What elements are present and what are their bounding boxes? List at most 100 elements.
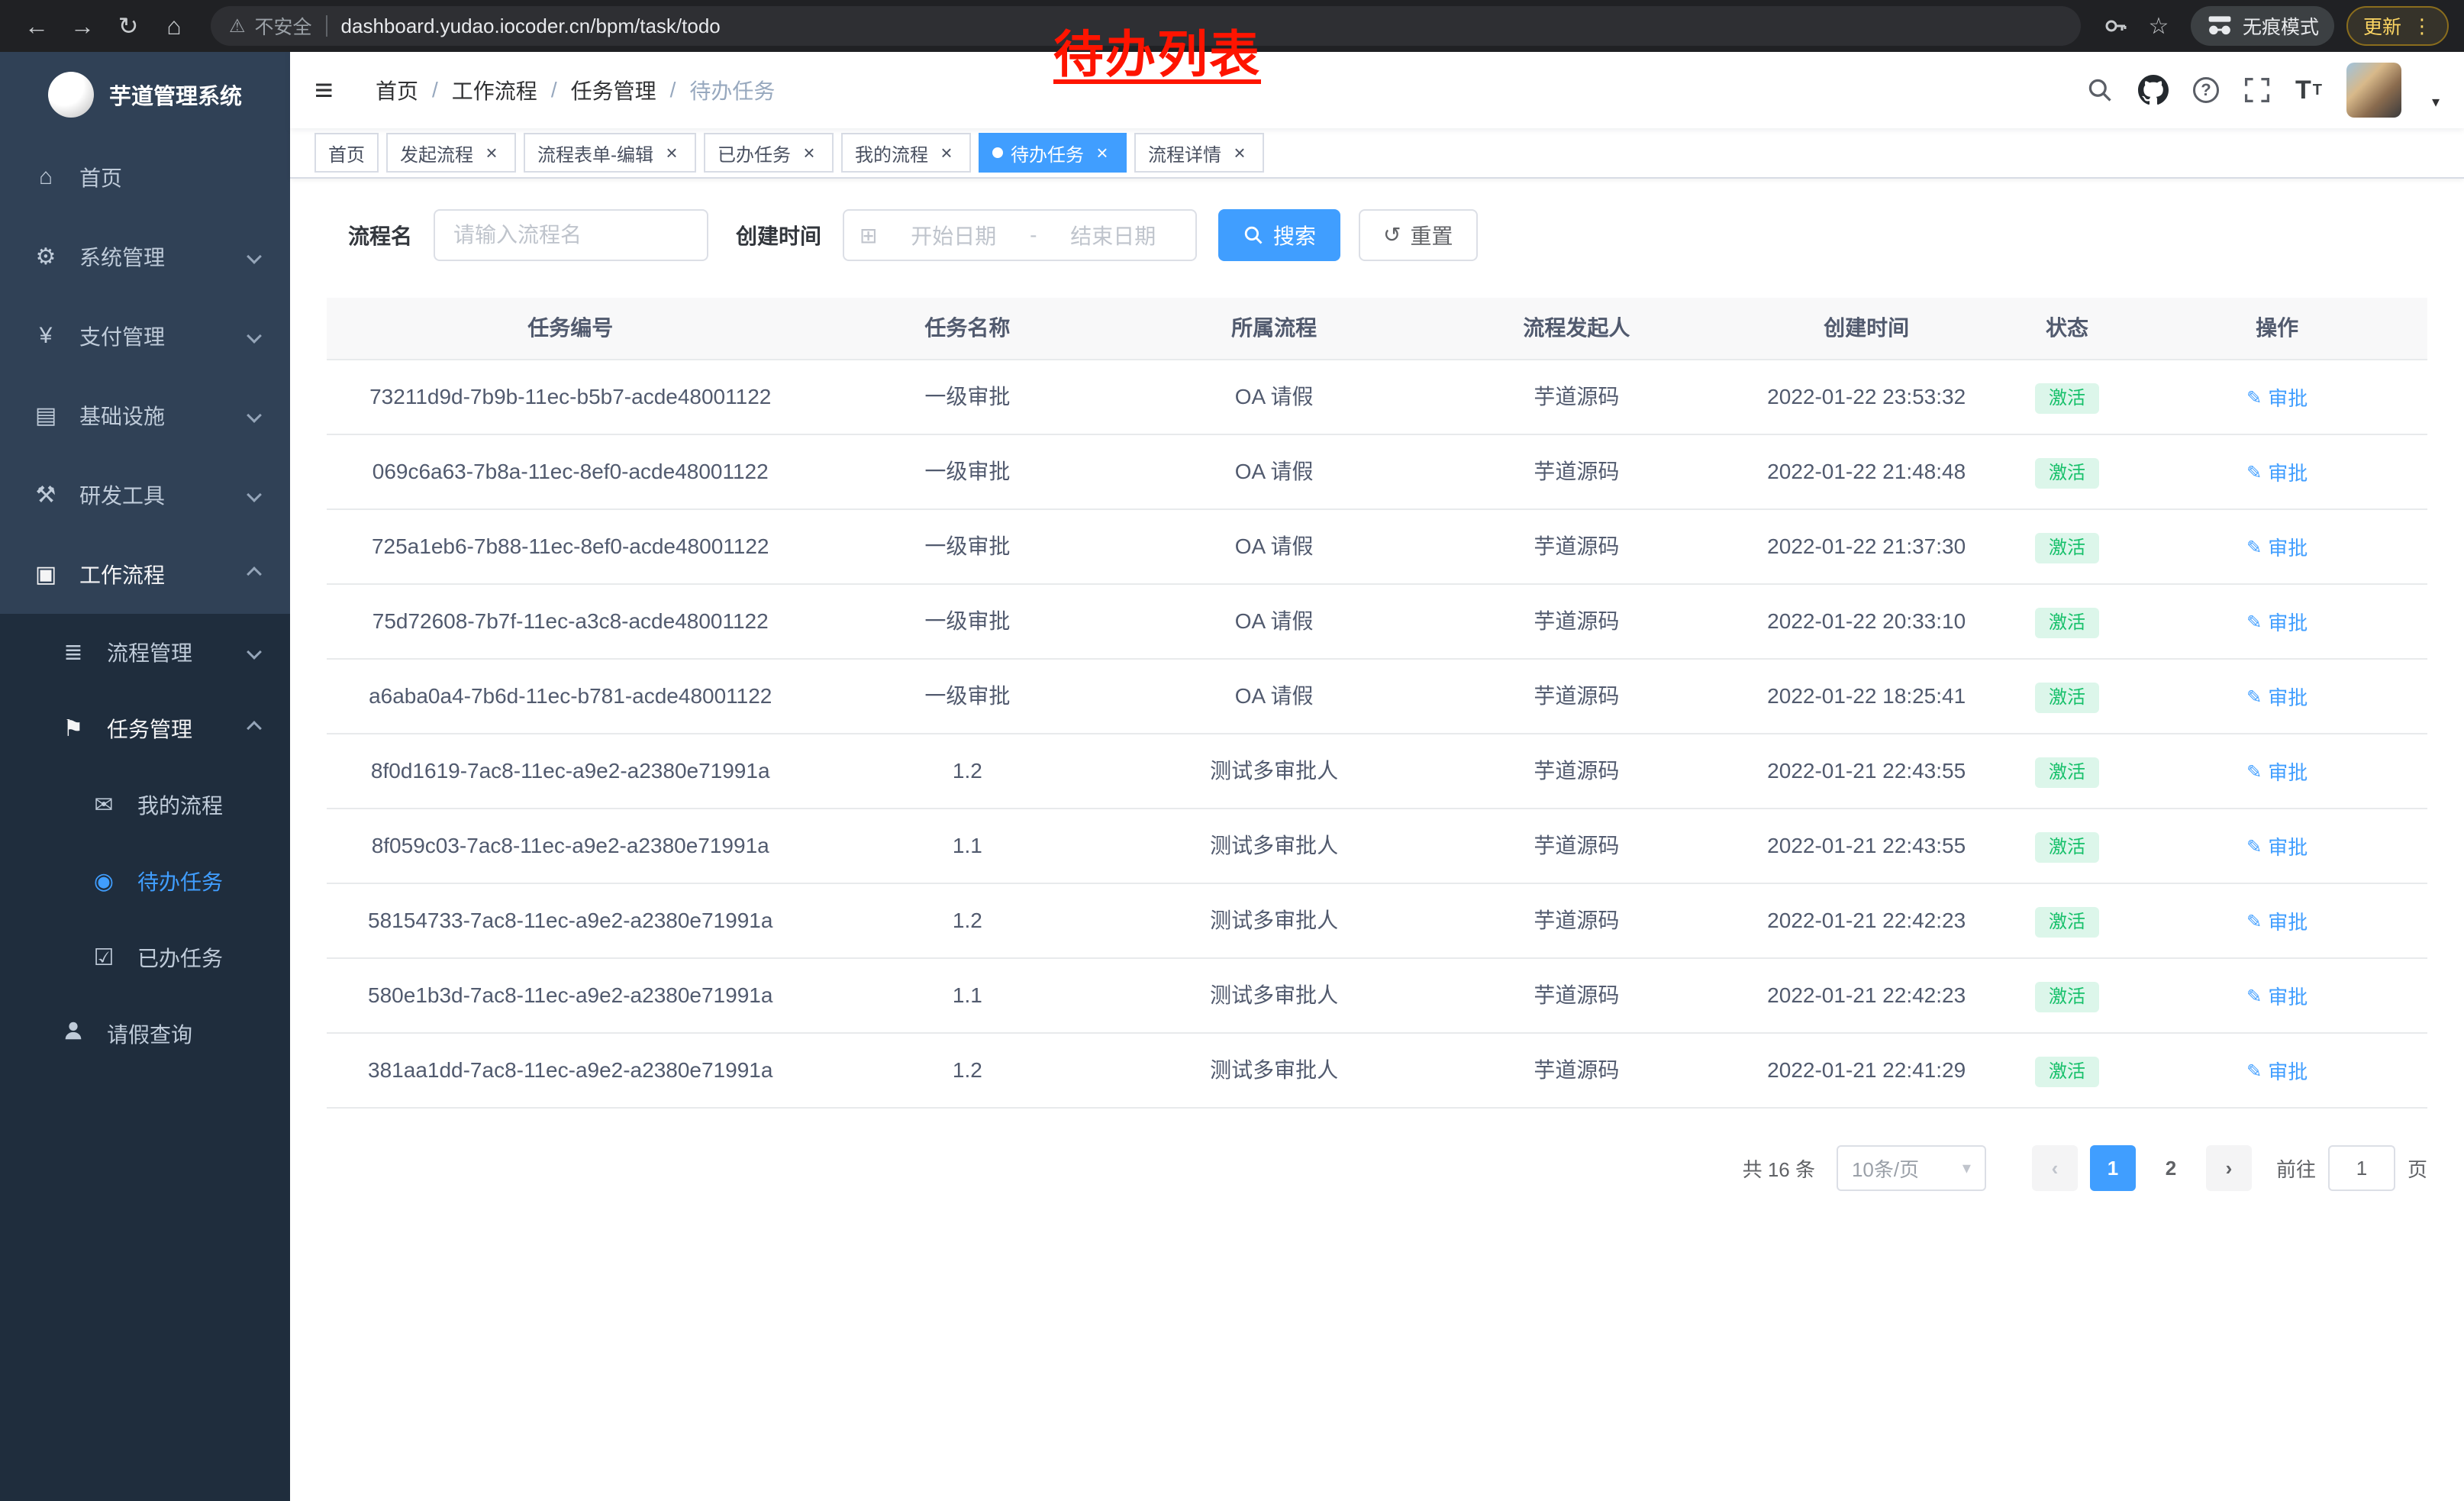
browser-home-button[interactable]: ⌂ bbox=[153, 5, 195, 47]
approve-link[interactable]: ✎ 审批 bbox=[2246, 886, 2308, 957]
sidebar-item-leave-query[interactable]: 请假查询 bbox=[0, 996, 290, 1072]
approve-link-label: 审批 bbox=[2268, 661, 2308, 733]
tab-label: 我的流程 bbox=[855, 140, 928, 166]
breadcrumb-workflow: 工作流程 bbox=[452, 75, 537, 105]
workflow-submenu: ≣ 流程管理 ⚑ 任务管理 ✉ 我的流程 ◉ 待办任务 ☑ 已办任务 bbox=[0, 614, 290, 1501]
date-separator: - bbox=[1030, 223, 1037, 247]
goto-page-input[interactable] bbox=[2328, 1145, 2395, 1191]
edit-icon: ✎ bbox=[2246, 811, 2262, 883]
table-header-cell: 流程发起人 bbox=[1427, 298, 1726, 359]
sidebar-item-label: 基础设施 bbox=[79, 400, 165, 431]
approve-link[interactable]: ✎ 审批 bbox=[2246, 960, 2308, 1032]
approve-link[interactable]: ✎ 审批 bbox=[2246, 437, 2308, 508]
sidebar-item-label: 研发工具 bbox=[79, 479, 165, 510]
breadcrumb-home[interactable]: 首页 bbox=[376, 75, 418, 105]
approve-link[interactable]: ✎ 审批 bbox=[2246, 1035, 2308, 1107]
sidebar-collapse-icon[interactable]: ≡ bbox=[314, 72, 363, 108]
bookmark-star-icon[interactable]: ☆ bbox=[2139, 6, 2179, 46]
sidebar-item-infrastructure[interactable]: ▤ 基础设施 bbox=[0, 376, 290, 455]
tab-home[interactable]: 首页 bbox=[314, 133, 379, 173]
sidebar-item-label: 我的流程 bbox=[137, 789, 223, 820]
chat-icon: ✉ bbox=[89, 792, 119, 818]
page-size-select[interactable]: 10条/页 ▾ bbox=[1837, 1145, 1986, 1191]
search-icon[interactable] bbox=[2086, 76, 2114, 104]
tab-my-processes[interactable]: 我的流程 × bbox=[841, 133, 971, 173]
cell-task-id: 8f0d1619-7ac8-11ec-a9e2-a2380e71991a bbox=[327, 734, 814, 808]
process-name-input[interactable] bbox=[434, 209, 708, 261]
font-size-icon[interactable]: T T bbox=[2295, 76, 2322, 105]
tab-process-detail[interactable]: 流程详情 × bbox=[1134, 133, 1264, 173]
sidebar-item-label: 工作流程 bbox=[79, 559, 165, 589]
cell-initiator: 芋道源码 bbox=[1427, 360, 1726, 434]
sidebar-item-my-processes[interactable]: ✉ 我的流程 bbox=[0, 767, 290, 843]
cell-task-name: 1.2 bbox=[814, 884, 1121, 957]
sidebar-item-home[interactable]: ⌂ 首页 bbox=[0, 137, 290, 217]
tab-label: 流程表单-编辑 bbox=[537, 140, 653, 166]
security-label[interactable]: 不安全 bbox=[255, 12, 312, 40]
font-size-large-glyph: T bbox=[2295, 76, 2311, 105]
tab-todo-tasks[interactable]: 待办任务 × bbox=[979, 133, 1127, 173]
sidebar-item-process-management[interactable]: ≣ 流程管理 bbox=[0, 614, 290, 690]
sidebar-item-task-management[interactable]: ⚑ 任务管理 bbox=[0, 690, 290, 767]
sidebar-item-todo-tasks[interactable]: ◉ 待办任务 bbox=[0, 843, 290, 919]
edit-icon: ✎ bbox=[2246, 886, 2262, 957]
close-icon[interactable]: × bbox=[481, 142, 502, 163]
browser-back-button[interactable]: ← bbox=[15, 5, 58, 47]
approve-link[interactable]: ✎ 审批 bbox=[2246, 661, 2308, 733]
pagination-goto: 前往 页 bbox=[2276, 1145, 2427, 1191]
browser-reload-button[interactable]: ↻ bbox=[107, 5, 150, 47]
approve-link[interactable]: ✎ 审批 bbox=[2246, 512, 2308, 583]
sidebar-item-done-tasks[interactable]: ☑ 已办任务 bbox=[0, 919, 290, 996]
fullscreen-icon[interactable] bbox=[2243, 76, 2271, 104]
search-button[interactable]: 搜索 bbox=[1218, 209, 1340, 261]
cell-initiator: 芋道源码 bbox=[1427, 1034, 1726, 1107]
close-icon[interactable]: × bbox=[661, 142, 682, 163]
reset-button[interactable]: ↺ 重置 bbox=[1359, 209, 1477, 261]
sidebar-item-workflow[interactable]: ▣ 工作流程 bbox=[0, 534, 290, 614]
sidebar-item-dev-tools[interactable]: ⚒ 研发工具 bbox=[0, 455, 290, 534]
browser-menu-dots-icon[interactable]: ⋮ bbox=[2412, 15, 2432, 38]
github-icon[interactable] bbox=[2138, 75, 2169, 105]
edit-icon: ✎ bbox=[2246, 1035, 2262, 1107]
status-badge: 激活 bbox=[2035, 907, 2099, 938]
top-navbar: ≡ 首页 / 工作流程 / 任务管理 / 待办任务 bbox=[290, 52, 2464, 128]
sidebar-item-system-management[interactable]: ⚙ 系统管理 bbox=[0, 217, 290, 296]
date-range-picker[interactable]: ⊞ 开始日期 - 结束日期 bbox=[843, 209, 1197, 261]
chevron-down-icon bbox=[247, 487, 262, 502]
start-date-placeholder: 开始日期 bbox=[887, 220, 1021, 250]
pagination-page-1[interactable]: 1 bbox=[2090, 1145, 2136, 1191]
browser-forward-button[interactable]: → bbox=[61, 5, 104, 47]
approve-link[interactable]: ✎ 审批 bbox=[2246, 362, 2308, 434]
close-icon[interactable]: × bbox=[1092, 142, 1113, 163]
approve-link[interactable]: ✎ 审批 bbox=[2246, 586, 2308, 658]
pagination-prev-button[interactable]: ‹ bbox=[2032, 1145, 2078, 1191]
close-icon[interactable]: × bbox=[798, 142, 820, 163]
sidebar-item-payment-management[interactable]: ¥ 支付管理 bbox=[0, 296, 290, 376]
tab-done-tasks[interactable]: 已办任务 × bbox=[704, 133, 834, 173]
table-row: 8f059c03-7ac8-11ec-a9e2-a2380e71991a 1.1… bbox=[327, 809, 2427, 884]
status-badge: 激活 bbox=[2035, 533, 2099, 563]
pagination-page-2[interactable]: 2 bbox=[2148, 1145, 2194, 1191]
end-date-placeholder: 结束日期 bbox=[1046, 220, 1180, 250]
approve-link[interactable]: ✎ 审批 bbox=[2246, 736, 2308, 808]
avatar-caret-icon[interactable]: ▾ bbox=[2432, 92, 2440, 118]
page-suffix-label: 页 bbox=[2408, 1154, 2427, 1183]
help-icon[interactable]: ? bbox=[2193, 77, 2219, 103]
address-bar[interactable]: ⚠ 不安全 dashboard.yudao.iocoder.cn/bpm/tas… bbox=[211, 6, 2081, 46]
pagination-next-button[interactable]: › bbox=[2206, 1145, 2252, 1191]
breadcrumb: 首页 / 工作流程 / 任务管理 / 待办任务 bbox=[376, 75, 775, 105]
close-icon[interactable]: × bbox=[936, 142, 957, 163]
approve-link[interactable]: ✎ 审批 bbox=[2246, 811, 2308, 883]
chevron-down-icon bbox=[247, 408, 262, 423]
tab-form-edit[interactable]: 流程表单-编辑 × bbox=[524, 133, 696, 173]
close-icon[interactable]: × bbox=[1229, 142, 1250, 163]
status-badge: 激活 bbox=[2035, 608, 2099, 638]
pagination: 共 16 条 10条/页 ▾ ‹ 1 2 › 前往 页 bbox=[327, 1145, 2427, 1191]
user-avatar[interactable] bbox=[2346, 63, 2401, 118]
cell-task-name: 一级审批 bbox=[814, 660, 1121, 733]
browser-update-button[interactable]: 更新 ⋮ bbox=[2346, 6, 2449, 46]
url-text[interactable]: dashboard.yudao.iocoder.cn/bpm/task/todo bbox=[341, 15, 721, 38]
browser-chrome: ← → ↻ ⌂ ⚠ 不安全 dashboard.yudao.iocoder.cn… bbox=[0, 0, 2464, 52]
password-key-icon[interactable] bbox=[2096, 6, 2136, 46]
tab-start-process[interactable]: 发起流程 × bbox=[386, 133, 516, 173]
